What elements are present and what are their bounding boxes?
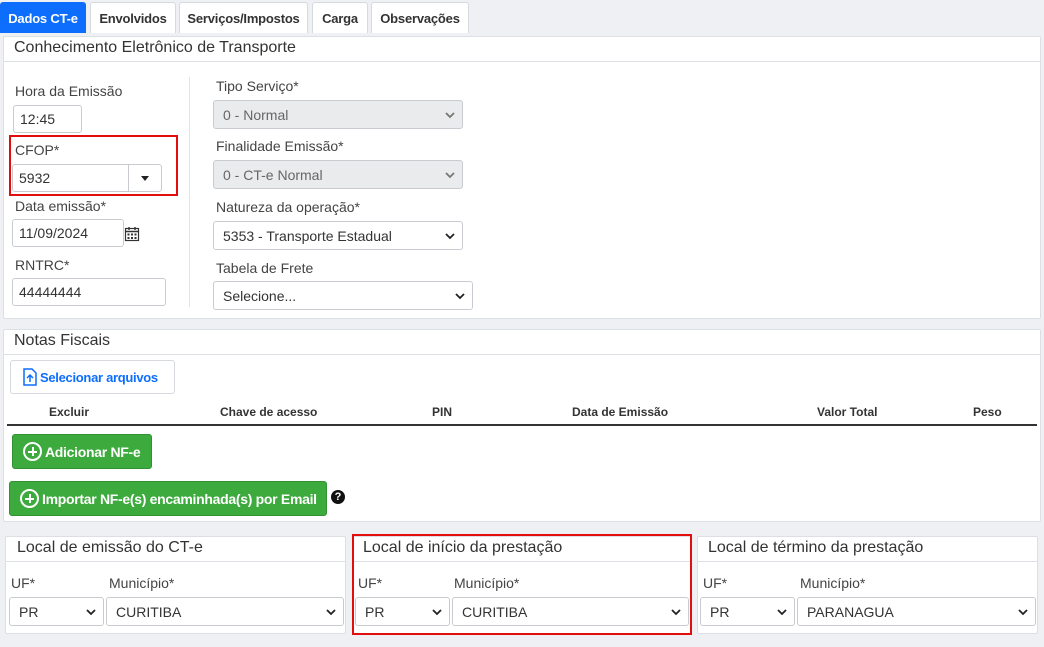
import-nfe-label: Importar NF-e(s) encaminhada(s) por Emai… <box>42 490 317 507</box>
tab-dados-cte[interactable]: Dados CT-e <box>0 2 86 33</box>
finalidade-select[interactable]: 0 - CT-e Normal <box>213 160 463 189</box>
column-divider <box>189 77 190 307</box>
local-termino-uf-value: PR <box>710 604 730 620</box>
natureza-value: 5353 - Transporte Estadual <box>223 228 392 244</box>
import-nfe-button[interactable]: Importar NF-e(s) encaminhada(s) por Emai… <box>9 481 327 516</box>
chevron-down-icon <box>445 112 455 119</box>
chevron-down-icon <box>1018 609 1028 616</box>
tabela-frete-value: Selecione... <box>223 288 297 304</box>
column-header-valor: Valor Total <box>817 405 878 419</box>
local-termino-uf-label: UF* <box>703 575 728 591</box>
local-emissao-uf-select[interactable]: PR <box>9 597 104 626</box>
column-header-pin: PIN <box>432 405 453 419</box>
hora-input[interactable]: 12:45 <box>13 105 82 133</box>
local-emissao-title: Local de emissão do CT-e <box>6 537 345 562</box>
column-header-data: Data de Emissão <box>572 405 669 419</box>
chevron-down-icon <box>86 609 96 616</box>
calendar-icon[interactable] <box>124 226 140 242</box>
natureza-select[interactable]: 5353 - Transporte Estadual <box>213 221 463 250</box>
cfop-highlight-box <box>9 135 178 196</box>
local-termino-municipio-value: PARANAGUA <box>807 604 894 620</box>
plus-circle-icon <box>23 442 42 461</box>
local-emissao-municipio-select[interactable]: CURITIBA <box>106 597 344 626</box>
column-header-peso: Peso <box>973 405 1002 419</box>
rntrc-input[interactable]: 44444444 <box>12 278 166 306</box>
file-upload-icon <box>23 368 37 386</box>
chevron-down-icon <box>445 233 455 240</box>
data-emissao-label: Data emissão* <box>15 198 107 214</box>
chevron-down-icon <box>326 609 336 616</box>
column-header-excluir: Excluir <box>49 405 90 419</box>
chevron-down-icon <box>455 293 465 300</box>
rntrc-label: RNTRC* <box>15 257 70 273</box>
column-header-chave: Chave de acesso <box>220 405 318 419</box>
chevron-down-icon <box>777 609 787 616</box>
add-nfe-button[interactable]: Adicionar NF-e <box>12 434 152 469</box>
chevron-down-icon <box>445 172 455 179</box>
tab-servicos-impostos[interactable]: Serviços/Impostos <box>179 2 308 33</box>
local-termino-municipio-label: Município* <box>800 575 866 591</box>
local-termino-municipio-select[interactable]: PARANAGUA <box>797 597 1036 626</box>
tipo-servico-value: 0 - Normal <box>223 107 289 123</box>
table-header-rule <box>7 424 1037 426</box>
help-icon[interactable]: ? <box>331 490 345 504</box>
select-files-label: Selecionar arquivos <box>40 369 158 385</box>
tipo-servico-select[interactable]: 0 - Normal <box>213 100 463 129</box>
tabela-frete-label: Tabela de Frete <box>216 260 314 276</box>
finalidade-value: 0 - CT-e Normal <box>223 167 323 183</box>
natureza-label: Natureza da operação* <box>216 199 360 215</box>
data-emissao-input[interactable]: 11/09/2024 <box>12 219 124 247</box>
cte-panel-title: Conhecimento Eletrônico de Transporte <box>4 37 1040 62</box>
tab-bar: Dados CT-e Envolvidos Serviços/Impostos … <box>0 0 1044 33</box>
hora-label: Hora da Emissão <box>15 83 123 99</box>
local-inicio-highlight-box <box>352 534 692 635</box>
select-files-button[interactable]: Selecionar arquivos <box>10 360 175 394</box>
local-emissao-uf-label: UF* <box>11 575 36 591</box>
local-emissao-municipio-label: Município* <box>109 575 175 591</box>
tabela-frete-select[interactable]: Selecione... <box>213 281 473 310</box>
plus-circle-icon <box>20 489 39 508</box>
local-termino-title: Local de término da prestação <box>698 537 1037 562</box>
local-emissao-uf-value: PR <box>19 604 39 620</box>
local-termino-uf-select[interactable]: PR <box>700 597 795 626</box>
add-nfe-label: Adicionar NF-e <box>45 443 141 460</box>
tab-carga[interactable]: Carga <box>312 2 368 33</box>
tab-observacoes[interactable]: Observações <box>371 2 469 33</box>
tab-envolvidos[interactable]: Envolvidos <box>90 2 176 33</box>
local-emissao-municipio-value: CURITIBA <box>116 604 182 620</box>
tipo-servico-label: Tipo Serviço* <box>216 78 299 94</box>
finalidade-label: Finalidade Emissão* <box>216 138 344 154</box>
notas-panel-title: Notas Fiscais <box>4 330 1040 355</box>
